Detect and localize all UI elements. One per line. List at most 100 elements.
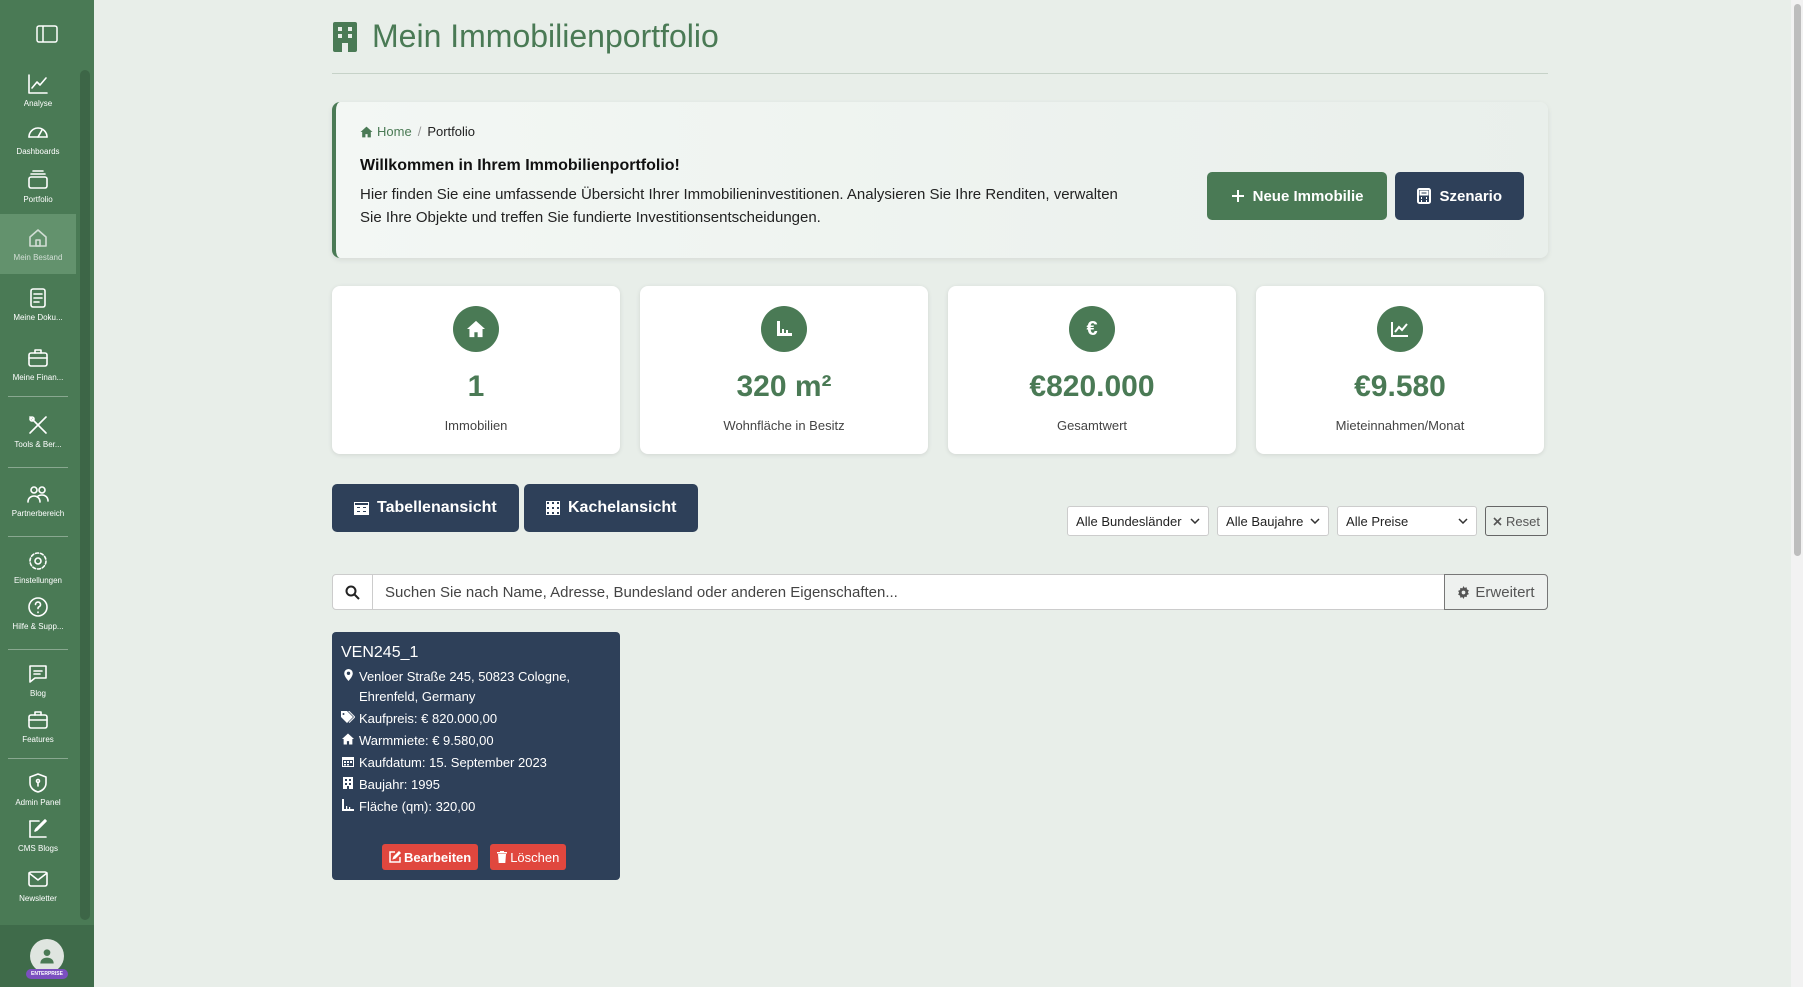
year-filter-select[interactable]: Alle Baujahre xyxy=(1217,506,1330,536)
chart-icon xyxy=(1377,306,1423,352)
chevron-down-icon xyxy=(1310,518,1320,524)
home-icon xyxy=(360,126,373,137)
grid-icon xyxy=(546,501,560,515)
sidebar-item-label: Features xyxy=(22,735,54,744)
chart-line-icon xyxy=(28,74,48,94)
trash-icon xyxy=(497,851,508,863)
page-scrollbar[interactable] xyxy=(1791,0,1803,987)
property-actions: Bearbeiten Löschen xyxy=(382,844,567,870)
search-icon xyxy=(333,575,373,609)
state-filter-value: Alle Bundesländer xyxy=(1076,513,1182,529)
house-icon xyxy=(29,229,47,247)
reset-button[interactable]: Reset xyxy=(1485,506,1548,536)
delete-property-button[interactable]: Löschen xyxy=(490,844,567,870)
sidebar: Analyse Dashboards Portfolio Mein Bestan… xyxy=(0,0,94,987)
sidebar-item-tools[interactable]: Tools & Ber... xyxy=(0,401,76,463)
reset-label: Reset xyxy=(1506,513,1540,529)
edit-icon xyxy=(389,851,401,863)
sidebar-divider xyxy=(8,758,68,759)
tile-view-button[interactable]: Kachelansicht xyxy=(524,484,699,532)
home-icon xyxy=(453,306,499,352)
page-title: Mein Immobilienportfolio xyxy=(372,18,719,54)
stat-label: Wohnfläche in Besitz xyxy=(723,418,845,433)
close-icon xyxy=(1493,516,1502,526)
sidebar-scrollbar[interactable] xyxy=(80,70,90,920)
sidebar-item-portfolio[interactable]: Portfolio xyxy=(0,164,76,214)
sidebar-item-admin-panel[interactable]: Admin Panel xyxy=(0,763,76,813)
property-price-row: Kaufpreis: € 820.000,00 xyxy=(341,709,611,729)
map-pin-icon xyxy=(341,667,355,707)
sidebar-item-einstellungen[interactable]: Einstellungen xyxy=(0,541,76,591)
edit-property-label: Bearbeiten xyxy=(404,849,472,865)
user-area[interactable]: ENTERPRISE xyxy=(0,925,94,987)
sidebar-item-label: Partnerbereich xyxy=(11,509,65,518)
new-property-label: Neue Immobilie xyxy=(1252,187,1364,205)
users-icon xyxy=(27,486,49,503)
sidebar-item-newsletter[interactable]: Newsletter xyxy=(0,863,76,913)
calendar-icon xyxy=(341,753,355,773)
ruler-icon xyxy=(761,306,807,352)
sidebar-item-label: Newsletter xyxy=(19,894,57,903)
user-icon xyxy=(40,949,54,964)
welcome-panel: Home / Portfolio Willkommen in Ihrem Imm… xyxy=(332,102,1548,258)
new-property-button[interactable]: Neue Immobilie xyxy=(1206,172,1388,220)
main-content: Mein Immobilienportfolio Home / Portfoli… xyxy=(332,0,1548,880)
sidebar-item-meine-dokumente[interactable]: Meine Doku... xyxy=(0,274,76,336)
property-card[interactable]: VEN245_1 Venloer Straße 245, 50823 Colog… xyxy=(332,632,620,880)
property-area-row: Fläche (qm): 320,00 xyxy=(341,797,611,817)
table-icon xyxy=(354,501,369,515)
gear-icon xyxy=(1458,585,1470,599)
avatar[interactable]: ENTERPRISE xyxy=(26,939,68,979)
sidebar-item-label: Blog xyxy=(29,689,46,698)
sidebar-item-dashboards[interactable]: Dashboards xyxy=(0,116,76,164)
state-filter-select[interactable]: Alle Bundesländer xyxy=(1067,506,1210,536)
sidebar-divider xyxy=(8,536,68,537)
sidebar-item-label: Meine Finan... xyxy=(12,373,64,382)
filter-bar: Alle Bundesländer Alle Baujahre Alle Pre… xyxy=(1067,506,1548,536)
building-icon xyxy=(341,775,355,795)
sidebar-item-hilfe[interactable]: Hilfe & Supp... xyxy=(0,591,76,645)
stat-value: €820.000 xyxy=(1029,370,1155,403)
sidebar-item-label: Meine Doku... xyxy=(13,313,63,322)
sidebar-item-mein-bestand[interactable]: Mein Bestand xyxy=(0,214,76,274)
stat-value: €9.580 xyxy=(1354,370,1446,403)
property-address: Venloer Straße 245, 50823 Cologne, Ehren… xyxy=(359,669,571,704)
chevron-down-icon xyxy=(1190,518,1200,524)
sidebar-item-blog[interactable]: Blog xyxy=(0,654,76,704)
breadcrumb-separator: / xyxy=(417,124,422,139)
page-scrollbar-thumb[interactable] xyxy=(1794,4,1801,556)
scenario-button[interactable]: Szenario xyxy=(1395,172,1524,220)
search-input[interactable] xyxy=(373,575,1444,609)
tile-view-label: Kachelansicht xyxy=(568,499,677,516)
price-filter-select[interactable]: Alle Preise xyxy=(1337,506,1478,536)
edit-property-button[interactable]: Bearbeiten xyxy=(382,844,479,870)
stack-icon xyxy=(28,170,48,189)
stat-value: 1 xyxy=(467,370,485,403)
breadcrumb-home[interactable]: Home xyxy=(360,124,412,139)
sidebar-item-cms-blogs[interactable]: CMS Blogs xyxy=(0,813,76,863)
euro-icon: € xyxy=(1069,306,1115,352)
calculator-icon xyxy=(1417,188,1432,204)
sidebar-toggle[interactable] xyxy=(0,0,94,68)
sidebar-item-analyse[interactable]: Analyse xyxy=(0,68,76,116)
advanced-search-button[interactable]: Erweitert xyxy=(1444,574,1548,610)
shield-icon xyxy=(29,773,47,793)
chevron-down-icon xyxy=(1458,518,1468,524)
sidebar-divider xyxy=(8,467,68,468)
sidebar-toggle-icon xyxy=(36,25,58,43)
property-date-row: Kaufdatum: 15. September 2023 xyxy=(341,753,611,773)
sidebar-divider xyxy=(8,649,68,650)
sidebar-item-meine-finanzen[interactable]: Meine Finan... xyxy=(0,336,76,392)
stat-card-area: 320 m² Wohnfläche in Besitz xyxy=(640,286,928,454)
table-view-button[interactable]: Tabellenansicht xyxy=(332,484,519,532)
price-filter-value: Alle Preise xyxy=(1346,513,1409,529)
breadcrumb: Home / Portfolio xyxy=(360,124,1524,139)
sidebar-item-label: Tools & Ber... xyxy=(14,440,62,449)
scenario-label: Szenario xyxy=(1439,187,1502,205)
home-icon xyxy=(341,731,355,751)
sidebar-item-label: Portfolio xyxy=(23,195,53,204)
edit-icon xyxy=(29,819,47,838)
sidebar-item-features[interactable]: Features xyxy=(0,704,76,754)
property-date: Kaufdatum: 15. September 2023 xyxy=(359,755,547,770)
sidebar-item-partnerbereich[interactable]: Partnerbereich xyxy=(0,472,76,532)
